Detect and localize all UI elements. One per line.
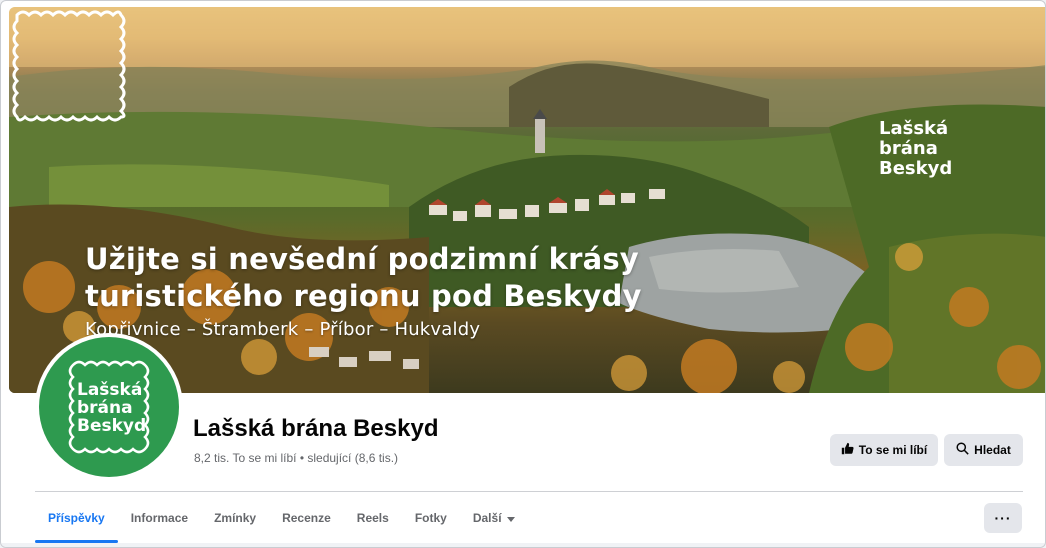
facebook-page-header: Užijte si nevšední podzimní krásy turist… <box>0 0 1046 548</box>
tab-mentions[interactable]: Zmínky <box>201 493 269 543</box>
tab-reviews[interactable]: Recenze <box>269 493 344 543</box>
cover-headline-line2: turistického regionu pod Beskydy <box>85 279 642 313</box>
caret-down-icon <box>506 516 515 522</box>
stamp-line1: Lašská <box>879 118 949 139</box>
page-title[interactable]: Lašská brána Beskyd <box>193 415 438 443</box>
tab-photos[interactable]: Fotky <box>402 493 460 543</box>
cover-headline: Užijte si nevšední podzimní krásy turist… <box>85 241 645 315</box>
cover-headline-line1: Užijte si nevšední podzimní krásy <box>85 242 639 276</box>
tab-more[interactable]: Další <box>460 493 528 543</box>
feed-background <box>1 543 1045 547</box>
tab-about-label: Informace <box>130 511 189 525</box>
tab-about[interactable]: Informace <box>118 493 201 543</box>
avatar-line1: Lašská <box>77 380 143 400</box>
page-tabs: Příspěvky Informace Zmínky Recenze Reels… <box>35 493 528 543</box>
avatar-line2: brána <box>77 398 133 418</box>
search-page-button[interactable]: Hledat <box>944 434 1023 466</box>
thumbs-up-icon <box>841 442 854 458</box>
tab-mentions-label: Zmínky <box>214 511 257 525</box>
stamp-logo-text: Lašská brána Beskyd <box>879 119 952 179</box>
tab-posts-label: Příspěvky <box>48 511 105 525</box>
profile-picture[interactable]: Lašská brána Beskyd <box>35 333 183 481</box>
profile-picture-logo: Lašská brána Beskyd <box>39 337 179 477</box>
like-page-label: To se mi líbí <box>858 443 928 457</box>
cover-photo[interactable]: Užijte si nevšední podzimní krásy turist… <box>9 7 1045 393</box>
tab-photos-label: Fotky <box>414 511 447 525</box>
tab-more-label: Další <box>472 511 502 525</box>
header-divider <box>35 491 1023 492</box>
stamp-line3: Beskyd <box>879 158 953 179</box>
stamp-logo-border <box>12 10 126 122</box>
tab-reels-label: Reels <box>356 511 389 525</box>
tab-reviews-label: Recenze <box>282 511 331 525</box>
page-stats[interactable]: 8,2 tis. To se mi líbí • sledující (8,6 … <box>194 451 398 465</box>
more-options-button[interactable]: ··· <box>984 503 1022 533</box>
search-icon <box>956 442 969 458</box>
avatar-logo-text: Lašská brána Beskyd <box>77 381 146 435</box>
tab-reels[interactable]: Reels <box>344 493 402 543</box>
stamp-line2: brána <box>879 138 938 159</box>
like-page-button[interactable]: To se mi líbí <box>830 434 938 466</box>
avatar-line3: Beskyd <box>77 416 147 436</box>
search-page-label: Hledat <box>974 443 1011 457</box>
tab-posts[interactable]: Příspěvky <box>35 493 118 543</box>
